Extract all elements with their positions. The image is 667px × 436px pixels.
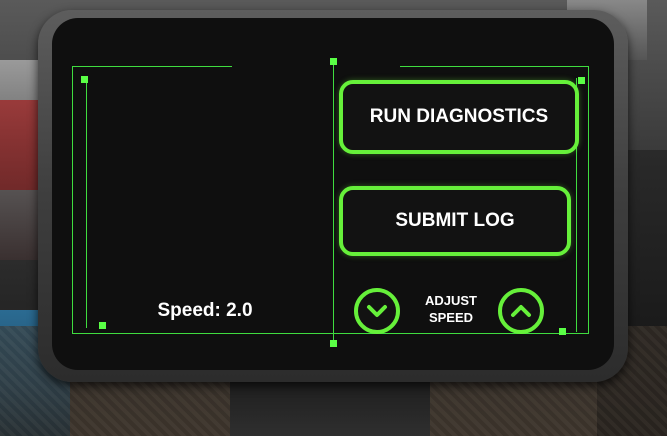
run-diagnostics-label: RUN DIAGNOSTICS [369, 106, 549, 127]
hud-frame-right-vertical [588, 66, 589, 334]
hud-frame-bottom [72, 333, 588, 334]
submit-log-label: SUBMIT LOG [395, 210, 515, 231]
hud-corner-dot [330, 58, 337, 65]
adjust-speed-line1: ADJUST [424, 293, 477, 308]
adjust-speed-label: ADJUST SPEED [412, 292, 490, 326]
chevron-down-icon [367, 305, 387, 317]
hud-frame-left-inner-vertical [86, 82, 87, 328]
chevron-up-icon [511, 305, 531, 317]
hud-corner-dot [330, 340, 337, 347]
hud-frame-left-vertical [72, 66, 73, 334]
increase-speed-button[interactable] [498, 288, 544, 334]
hud-corner-dot [81, 76, 88, 83]
hud-corner-dot [559, 328, 566, 335]
submit-log-button[interactable]: SUBMIT LOG [339, 186, 571, 256]
hud-corner-dot [99, 322, 106, 329]
hud-corner-dot [578, 77, 585, 84]
decrease-speed-button[interactable] [354, 288, 400, 334]
hud-frame-left-top [72, 66, 232, 67]
speed-readout: Speed: 2.0 [157, 300, 253, 321]
hud-frame-right-top [400, 66, 588, 67]
adjust-speed-line2: SPEED [428, 310, 474, 325]
monitor-stand [230, 378, 430, 436]
run-diagnostics-button[interactable]: RUN DIAGNOSTICS [339, 80, 579, 154]
hud-frame-divider [333, 62, 334, 344]
